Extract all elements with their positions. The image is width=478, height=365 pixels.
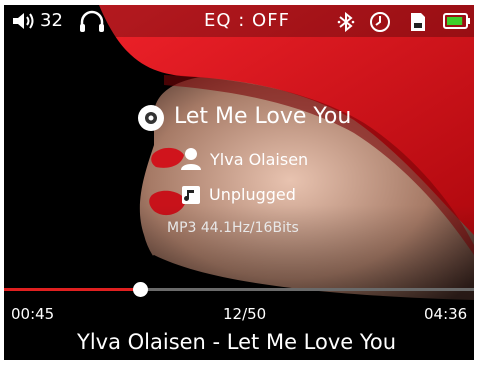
battery-icon xyxy=(443,13,471,33)
sd-card-icon xyxy=(409,11,427,37)
track-index: 12/50 xyxy=(223,305,267,323)
bluetooth-icon xyxy=(337,11,355,36)
person-icon xyxy=(180,147,202,175)
headphones-icon xyxy=(78,10,106,38)
album-name: Unplugged xyxy=(209,185,296,204)
speaker-icon xyxy=(12,12,36,34)
total-time: 04:36 xyxy=(424,305,468,323)
player-screen: 32 EQ : OFF Let Me Love You Ylva Olaisen… xyxy=(4,5,474,360)
artist-name: Ylva Olaisen xyxy=(210,150,309,169)
disc-icon xyxy=(136,103,166,137)
elapsed-time: 00:45 xyxy=(11,305,55,323)
clock-icon xyxy=(369,11,391,37)
music-note-icon xyxy=(181,185,201,209)
volume-level: 32 xyxy=(40,10,63,31)
now-playing-title: Ylva Olaisen - Let Me Love You xyxy=(77,330,397,354)
progress-fill xyxy=(4,288,140,291)
track-title: Let Me Love You xyxy=(174,104,352,129)
audio-format: MP3 44.1Hz/16Bits xyxy=(167,220,299,236)
progress-thumb[interactable] xyxy=(133,282,148,297)
eq-status: EQ : OFF xyxy=(204,10,290,31)
